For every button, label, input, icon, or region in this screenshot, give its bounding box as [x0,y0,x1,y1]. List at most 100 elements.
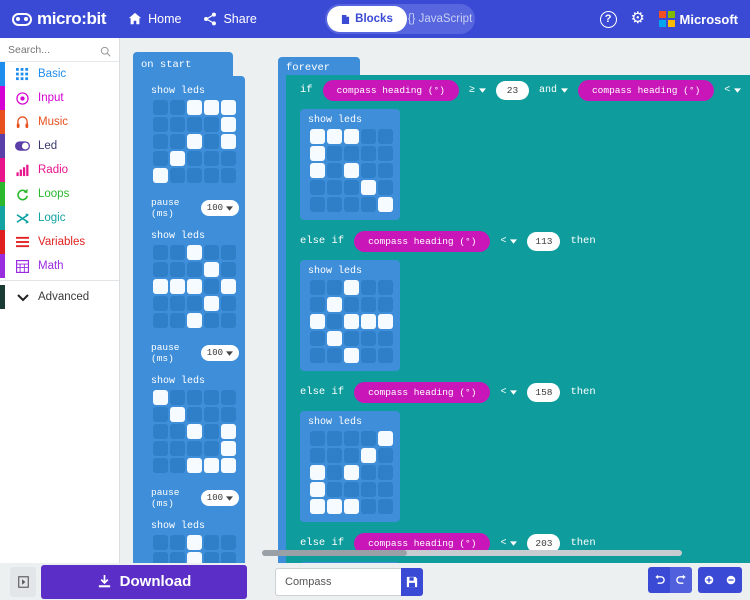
nav-share[interactable]: Share [203,12,257,26]
led-cell[interactable] [310,297,325,312]
led-cell[interactable] [310,180,325,195]
else-if-condition-row[interactable]: else if compass heading (°) <113 then [286,226,750,256]
led-cell[interactable] [187,313,202,328]
led-cell[interactable] [378,465,393,480]
led-cell[interactable] [327,448,342,463]
led-cell[interactable] [361,163,376,178]
led-cell[interactable] [344,163,359,178]
block-show-leds[interactable]: show leds [143,515,243,563]
led-cell[interactable] [221,390,236,405]
led-cell[interactable] [187,279,202,294]
led-cell[interactable] [221,458,236,473]
led-cell[interactable] [327,314,342,329]
led-cell[interactable] [187,458,202,473]
led-cell[interactable] [170,535,185,550]
led-cell[interactable] [170,262,185,277]
led-cell[interactable] [170,117,185,132]
compass-heading-reporter[interactable]: compass heading (°) [354,230,491,252]
if-condition-row[interactable]: if compass heading (°) ≥ 23 and compass … [286,75,750,105]
led-cell[interactable] [204,535,219,550]
led-cell[interactable] [221,117,236,132]
led-cell[interactable] [221,552,236,563]
led-cell[interactable] [327,129,342,144]
led-cell[interactable] [204,151,219,166]
sidebar-item-variables[interactable]: Variables [0,230,119,254]
led-cell[interactable] [327,465,342,480]
led-cell[interactable] [187,441,202,456]
led-matrix-onstart-2[interactable] [153,245,243,328]
led-cell[interactable] [327,297,342,312]
led-cell[interactable] [170,245,185,260]
led-cell[interactable] [153,552,168,563]
led-cell[interactable] [361,465,376,480]
led-matrix-forever-1[interactable] [310,129,400,212]
led-cell[interactable] [187,151,202,166]
led-cell[interactable] [378,129,393,144]
led-cell[interactable] [327,482,342,497]
led-cell[interactable] [361,448,376,463]
led-cell[interactable] [344,499,359,514]
led-cell[interactable] [170,458,185,473]
led-cell[interactable] [344,180,359,195]
led-cell[interactable] [344,280,359,295]
led-cell[interactable] [344,129,359,144]
threshold-value[interactable]: 113 [527,231,561,251]
led-cell[interactable] [204,134,219,149]
block-show-leds[interactable]: show leds [300,109,400,220]
led-cell[interactable] [221,535,236,550]
simulator-toggle-button[interactable] [10,566,36,597]
led-cell[interactable] [378,348,393,363]
block-show-leds[interactable]: show leds [143,370,243,481]
led-cell[interactable] [153,262,168,277]
sidebar-item-input[interactable]: Input [0,86,119,110]
block-if-else[interactable]: if compass heading (°) ≥ 23 and compass … [286,75,750,563]
tab-javascript[interactable]: {} JavaScript [407,6,473,32]
nav-home[interactable]: Home [128,12,181,26]
led-cell[interactable] [361,499,376,514]
led-matrix-onstart-1[interactable] [153,100,243,183]
search-icon[interactable] [100,44,111,62]
led-cell[interactable] [361,297,376,312]
led-cell[interactable] [310,482,325,497]
led-cell[interactable] [153,535,168,550]
led-cell[interactable] [187,100,202,115]
led-cell[interactable] [310,314,325,329]
led-cell[interactable] [204,279,219,294]
led-cell[interactable] [344,431,359,446]
led-cell[interactable] [344,197,359,212]
led-cell[interactable] [204,424,219,439]
led-cell[interactable] [221,134,236,149]
led-cell[interactable] [204,552,219,563]
led-cell[interactable] [153,134,168,149]
download-button[interactable]: Download [41,564,247,599]
led-cell[interactable] [170,441,185,456]
threshold-value[interactable]: 158 [527,382,561,402]
led-cell[interactable] [378,499,393,514]
microbit-brand-logo[interactable]: micro:bit [12,9,107,29]
led-cell[interactable] [153,151,168,166]
block-show-leds[interactable]: show leds [143,225,243,336]
block-pause[interactable]: pause (ms) 100 [143,487,239,509]
help-icon[interactable]: ? [599,10,617,28]
led-cell[interactable] [170,424,185,439]
zoom-out-button[interactable] [720,567,742,593]
zoom-in-button[interactable] [698,567,720,593]
led-cell[interactable] [187,390,202,405]
led-cell[interactable] [378,431,393,446]
led-cell[interactable] [378,163,393,178]
led-cell[interactable] [310,448,325,463]
led-cell[interactable] [187,424,202,439]
led-cell[interactable] [344,297,359,312]
blocks-workspace[interactable]: on start show leds pause (ms) 100 show leds… [120,38,750,563]
block-show-leds[interactable]: show leds [300,260,400,371]
led-cell[interactable] [204,245,219,260]
led-cell[interactable] [221,151,236,166]
led-cell[interactable] [310,146,325,161]
comparison-operator-1[interactable]: ≥ [469,85,486,96]
led-cell[interactable] [327,348,342,363]
compass-heading-reporter[interactable]: compass heading (°) [354,381,491,403]
led-matrix-forever-2[interactable] [310,280,400,363]
comparison-operator-2[interactable]: < [724,85,742,96]
compass-heading-reporter-2[interactable]: compass heading (°) [577,79,715,101]
led-cell[interactable] [378,448,393,463]
